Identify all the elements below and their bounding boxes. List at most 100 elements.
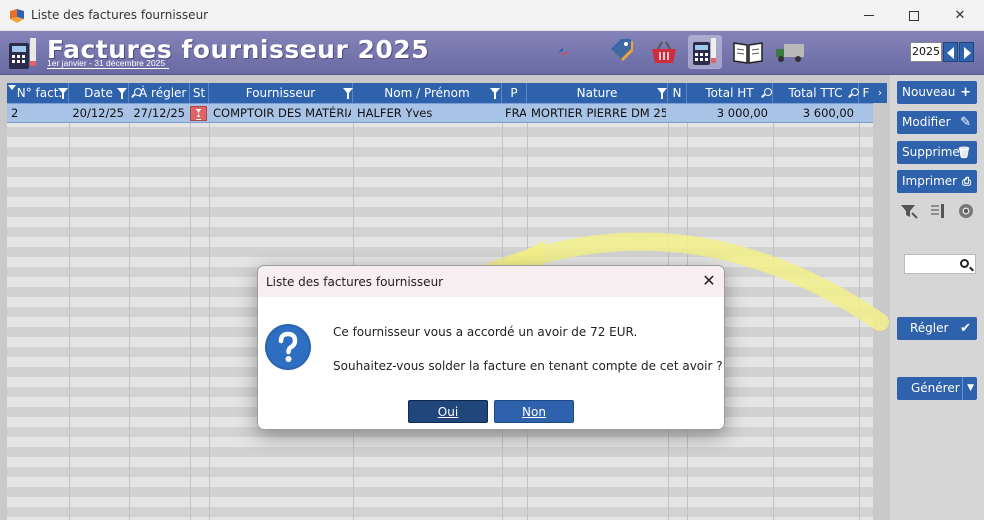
minimize-icon <box>864 15 874 16</box>
close-window-button[interactable]: ✕ <box>937 0 983 31</box>
column-divider <box>773 103 774 520</box>
search-icon[interactable] <box>764 88 772 96</box>
row-stripe <box>7 227 873 237</box>
row-stripe <box>7 447 873 457</box>
year-field[interactable]: 2025 <box>910 42 942 62</box>
new-button[interactable]: Nouveau + <box>897 81 977 104</box>
filter-icon[interactable] <box>117 88 127 99</box>
column-header-n[interactable]: N <box>668 83 687 103</box>
scroll-columns-right-button[interactable]: › <box>873 83 887 103</box>
filter-icon[interactable] <box>343 88 353 99</box>
settle-button[interactable]: Régler ✔ <box>897 317 977 340</box>
no-button[interactable]: Non <box>494 400 574 423</box>
cell-name: HALFER Yves <box>357 106 433 120</box>
trash-icon: 🗑 <box>957 146 971 159</box>
column-header-supplier[interactable]: Fournisseur <box>209 83 353 103</box>
tag-button[interactable] <box>605 35 639 69</box>
dropdown-arrow-icon: ▼ <box>962 377 974 400</box>
module-banner: Factures fournisseur 2025 1er janvier - … <box>0 31 984 75</box>
window-titlebar: Liste des factures fournisseur ✕ <box>0 0 984 31</box>
column-header-name[interactable]: Nom / Prénom <box>353 83 502 103</box>
cell-num: 2 <box>11 106 19 120</box>
generate-button[interactable]: Générer ▼ <box>897 377 977 400</box>
edit-button[interactable]: Modifier ✎ <box>897 111 977 134</box>
filter-icon[interactable] <box>58 88 68 99</box>
window-title: Liste des factures fournisseur <box>31 8 209 22</box>
column-header-nature[interactable]: Nature <box>527 83 668 103</box>
invoice-terminal-icon <box>693 38 716 65</box>
column-header-p[interactable]: P <box>502 83 527 103</box>
cell-total-ttc: 3 600,00 <box>802 106 854 120</box>
cell-p: FRA <box>505 106 526 120</box>
ledger-button[interactable] <box>731 35 765 69</box>
cell-due-date: 27/12/25 <box>133 106 185 120</box>
search-input[interactable] <box>904 254 976 274</box>
cell-n <box>671 104 685 122</box>
column-divider <box>190 103 191 520</box>
next-year-button[interactable] <box>959 42 974 62</box>
checkmark-icon: ✔ <box>960 321 971 336</box>
question-icon <box>265 324 311 370</box>
row-stripe <box>7 147 873 157</box>
minimize-button[interactable] <box>846 0 892 31</box>
column-divider <box>209 103 210 520</box>
row-stripe <box>7 507 873 517</box>
open-book-icon <box>733 42 763 64</box>
yes-button[interactable]: Oui <box>408 400 488 423</box>
app-logo-icon <box>10 9 24 23</box>
action-sidebar: Nouveau + Modifier ✎ Supprimer 🗑 Imprimer ⎙ … <box>890 75 984 520</box>
cell-total-ht: 3 000,00 <box>716 106 768 120</box>
dialog-message: Ce fournisseur vous a accordé un avoir d… <box>333 325 638 339</box>
cell-nature: MORTIER PIERRE DM 25KG <box>531 106 666 120</box>
close-icon: ✕ <box>702 271 716 290</box>
dialog-close-button[interactable]: ✕ <box>700 272 718 290</box>
confirm-dialog: Liste des factures fournisseur ✕ Ce four… <box>257 265 725 430</box>
row-stripe <box>7 487 873 497</box>
row-stripe <box>7 247 873 257</box>
cell-supplier: COMPTOIR DES MATÉRIAUX <box>213 106 351 120</box>
camera-icon[interactable] <box>957 202 975 220</box>
column-header-total-ht[interactable]: Total HT <box>687 83 773 103</box>
cell-date: 20/12/25 <box>72 106 124 120</box>
delete-button[interactable]: Supprimer 🗑 <box>897 141 977 164</box>
sync-button[interactable] <box>546 35 580 69</box>
invoices-button[interactable] <box>688 35 722 69</box>
filter-icon[interactable] <box>657 88 667 99</box>
filter-icon[interactable] <box>490 88 500 99</box>
print-button[interactable]: Imprimer ⎙ <box>897 170 977 193</box>
search-icon[interactable] <box>134 88 142 96</box>
table-row[interactable]: 2 20/12/25 27/12/25 COMPTOIR DES MATÉRIA… <box>7 103 873 123</box>
column-divider <box>69 103 70 520</box>
table-header: N° fact. Date À régler le St Fournisseur… <box>7 83 873 103</box>
close-icon: ✕ <box>954 8 966 23</box>
dialog-question: Souhaitez-vous solder la facture en tena… <box>333 359 723 373</box>
row-stripe <box>7 127 873 137</box>
shopping-basket-icon <box>652 41 676 63</box>
column-header-status[interactable]: St <box>190 83 209 103</box>
row-stripe <box>7 167 873 177</box>
search-icon[interactable] <box>851 88 859 96</box>
delivery-truck-icon <box>776 44 804 62</box>
columns-settings-icon[interactable] <box>929 202 947 220</box>
period-subtitle[interactable]: 1er janvier - 31 décembre 2025 <box>47 58 170 69</box>
search-icon <box>960 259 969 268</box>
row-stripe <box>7 187 873 197</box>
maximize-icon <box>909 10 919 21</box>
printer-icon: ⎙ <box>962 175 971 188</box>
maximize-button[interactable] <box>891 0 937 31</box>
filter-icon[interactable] <box>900 202 918 220</box>
row-stripe <box>7 467 873 477</box>
column-divider <box>129 103 130 520</box>
hourglass-status-icon <box>190 106 207 121</box>
chevron-right-icon: › <box>877 86 883 99</box>
pencil-icon: ✎ <box>960 115 971 130</box>
delivery-button[interactable] <box>773 35 807 69</box>
plus-icon: + <box>960 85 971 100</box>
invoice-terminal-icon <box>9 38 36 69</box>
sync-icon <box>558 47 568 57</box>
basket-button[interactable] <box>647 35 681 69</box>
column-divider <box>859 103 860 520</box>
column-header-f[interactable]: F <box>859 83 873 103</box>
column-header-total-ttc[interactable]: Total TTC <box>773 83 859 103</box>
previous-year-button[interactable] <box>943 42 958 62</box>
